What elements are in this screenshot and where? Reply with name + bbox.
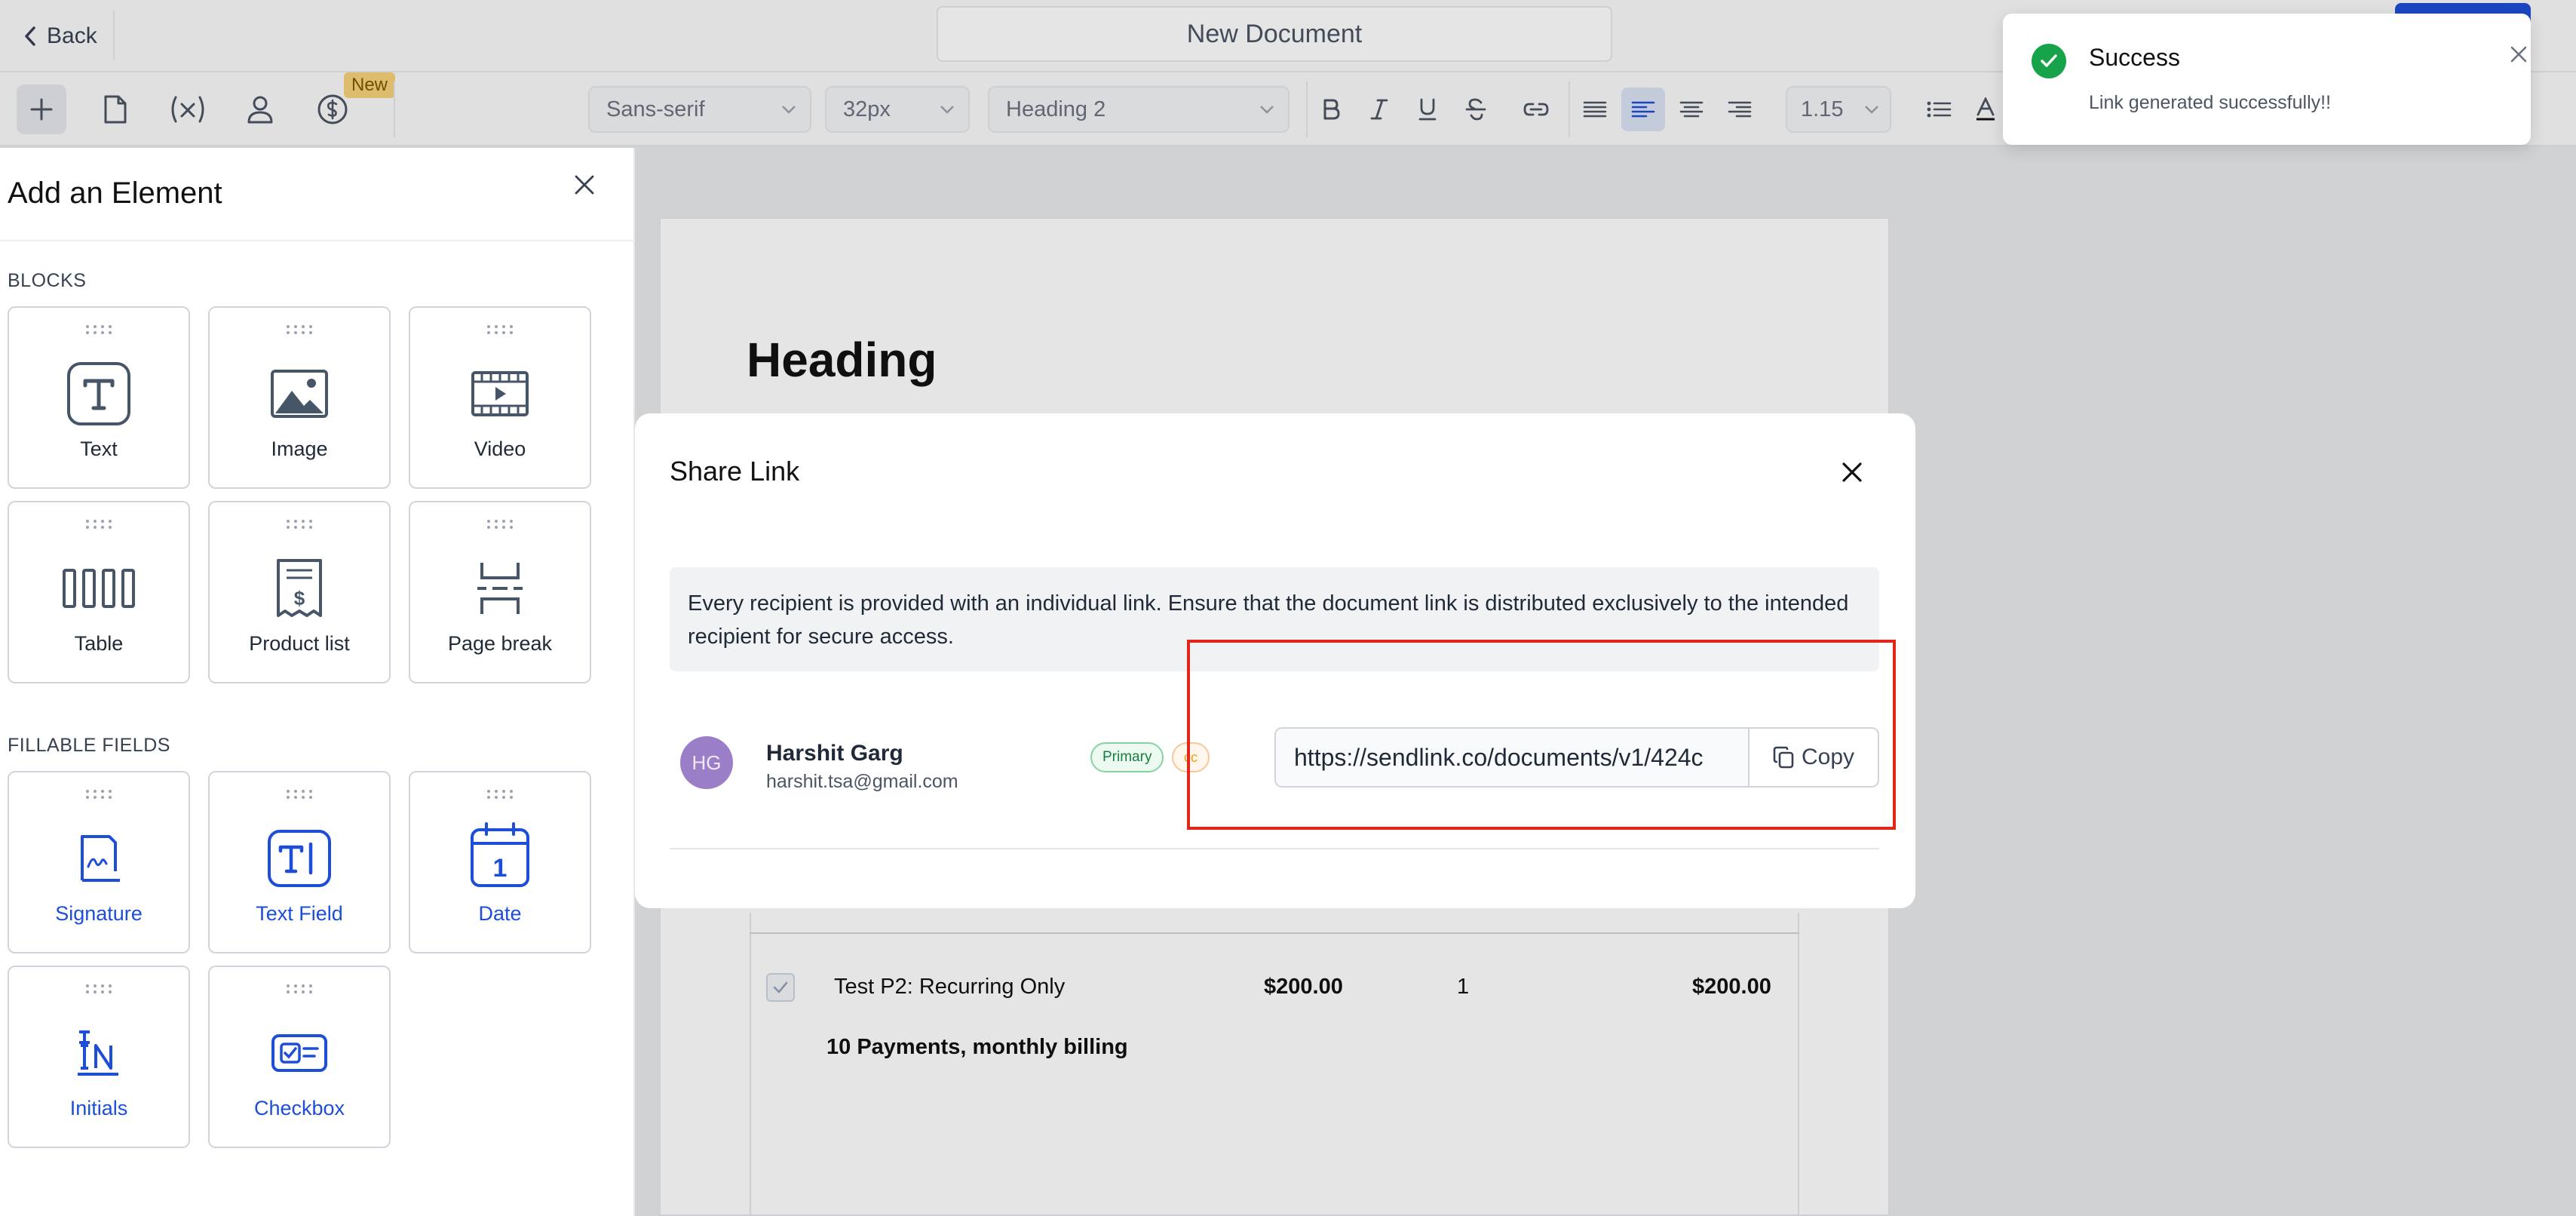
element-card-table[interactable]: Table bbox=[8, 501, 190, 683]
toast-message: Link generated successfully!! bbox=[2089, 92, 2332, 113]
text-icon bbox=[67, 362, 130, 425]
element-card-text-field[interactable]: Text Field bbox=[208, 771, 391, 953]
modal-title: Share Link bbox=[670, 456, 800, 487]
drag-handle-icon bbox=[287, 790, 312, 799]
checkbox-icon bbox=[271, 1034, 327, 1072]
table-icon bbox=[63, 569, 135, 608]
svg-text:1: 1 bbox=[493, 854, 508, 883]
drag-handle-icon bbox=[487, 325, 513, 334]
signature-icon bbox=[81, 835, 120, 882]
product-list-icon: $ bbox=[277, 559, 322, 617]
element-card-label: Product list bbox=[249, 632, 350, 655]
element-card-page-break[interactable]: Page break bbox=[409, 501, 591, 683]
element-card-checkbox[interactable]: Checkbox bbox=[208, 966, 391, 1148]
close-panel-button[interactable] bbox=[567, 167, 602, 202]
element-card-label: Checkbox bbox=[253, 1097, 345, 1119]
recipient-name: Harshit Garg bbox=[766, 741, 903, 766]
element-card-label: Page break bbox=[447, 632, 553, 655]
element-card-label: Image bbox=[271, 438, 328, 460]
primary-badge: Primary bbox=[1090, 742, 1164, 772]
drag-handle-icon bbox=[487, 790, 513, 799]
video-icon bbox=[471, 371, 529, 416]
initials-icon bbox=[78, 1030, 118, 1076]
close-icon bbox=[1842, 462, 1862, 482]
element-card-signature[interactable]: Signature bbox=[8, 771, 190, 953]
close-toast-button[interactable] bbox=[2504, 39, 2534, 69]
page-break-icon bbox=[477, 563, 523, 614]
close-icon bbox=[575, 175, 594, 195]
avatar: HG bbox=[680, 736, 733, 789]
element-card-label: Initials bbox=[69, 1097, 128, 1119]
drag-handle-icon bbox=[86, 984, 112, 993]
element-card-text[interactable]: Text bbox=[8, 306, 190, 489]
text-field-icon bbox=[268, 830, 331, 887]
divider bbox=[0, 240, 635, 241]
panel-title: Add an Element bbox=[8, 177, 222, 210]
success-toast bbox=[2003, 14, 2531, 145]
element-card-label: Table bbox=[74, 632, 124, 655]
recipient-email: harshit.tsa@gmail.com bbox=[766, 771, 958, 792]
drag-handle-icon bbox=[287, 325, 312, 334]
element-card-product-list[interactable]: $ Product list bbox=[208, 501, 391, 683]
element-card-label: Text bbox=[80, 438, 118, 460]
element-card-image[interactable]: Image bbox=[208, 306, 391, 489]
drag-handle-icon bbox=[487, 520, 513, 529]
close-modal-button[interactable] bbox=[1837, 457, 1867, 487]
drag-handle-icon bbox=[86, 790, 112, 799]
blocks-section-label: BLOCKS bbox=[8, 270, 87, 291]
element-card-label: Video bbox=[474, 438, 526, 460]
element-card-video[interactable]: Video bbox=[409, 306, 591, 489]
calendar-icon: 1 bbox=[471, 822, 529, 887]
divider bbox=[670, 848, 1879, 849]
success-check-icon bbox=[2032, 44, 2066, 78]
drag-handle-icon bbox=[86, 325, 112, 334]
element-card-initials[interactable]: Initials bbox=[8, 966, 190, 1148]
drag-handle-icon bbox=[86, 520, 112, 529]
element-card-label: Date bbox=[478, 902, 522, 925]
element-card-date[interactable]: 1 Date bbox=[409, 771, 591, 953]
element-card-label: Signature bbox=[55, 902, 143, 925]
svg-text:$: $ bbox=[294, 587, 305, 610]
highlight-box bbox=[1187, 640, 1896, 830]
drag-handle-icon bbox=[287, 520, 312, 529]
close-icon bbox=[2510, 46, 2527, 63]
fillable-fields-section-label: FILLABLE FIELDS bbox=[8, 735, 170, 756]
drag-handle-icon bbox=[287, 984, 312, 993]
image-icon bbox=[271, 370, 328, 418]
element-card-label: Text Field bbox=[256, 902, 343, 925]
toast-title: Success bbox=[2089, 44, 2180, 71]
